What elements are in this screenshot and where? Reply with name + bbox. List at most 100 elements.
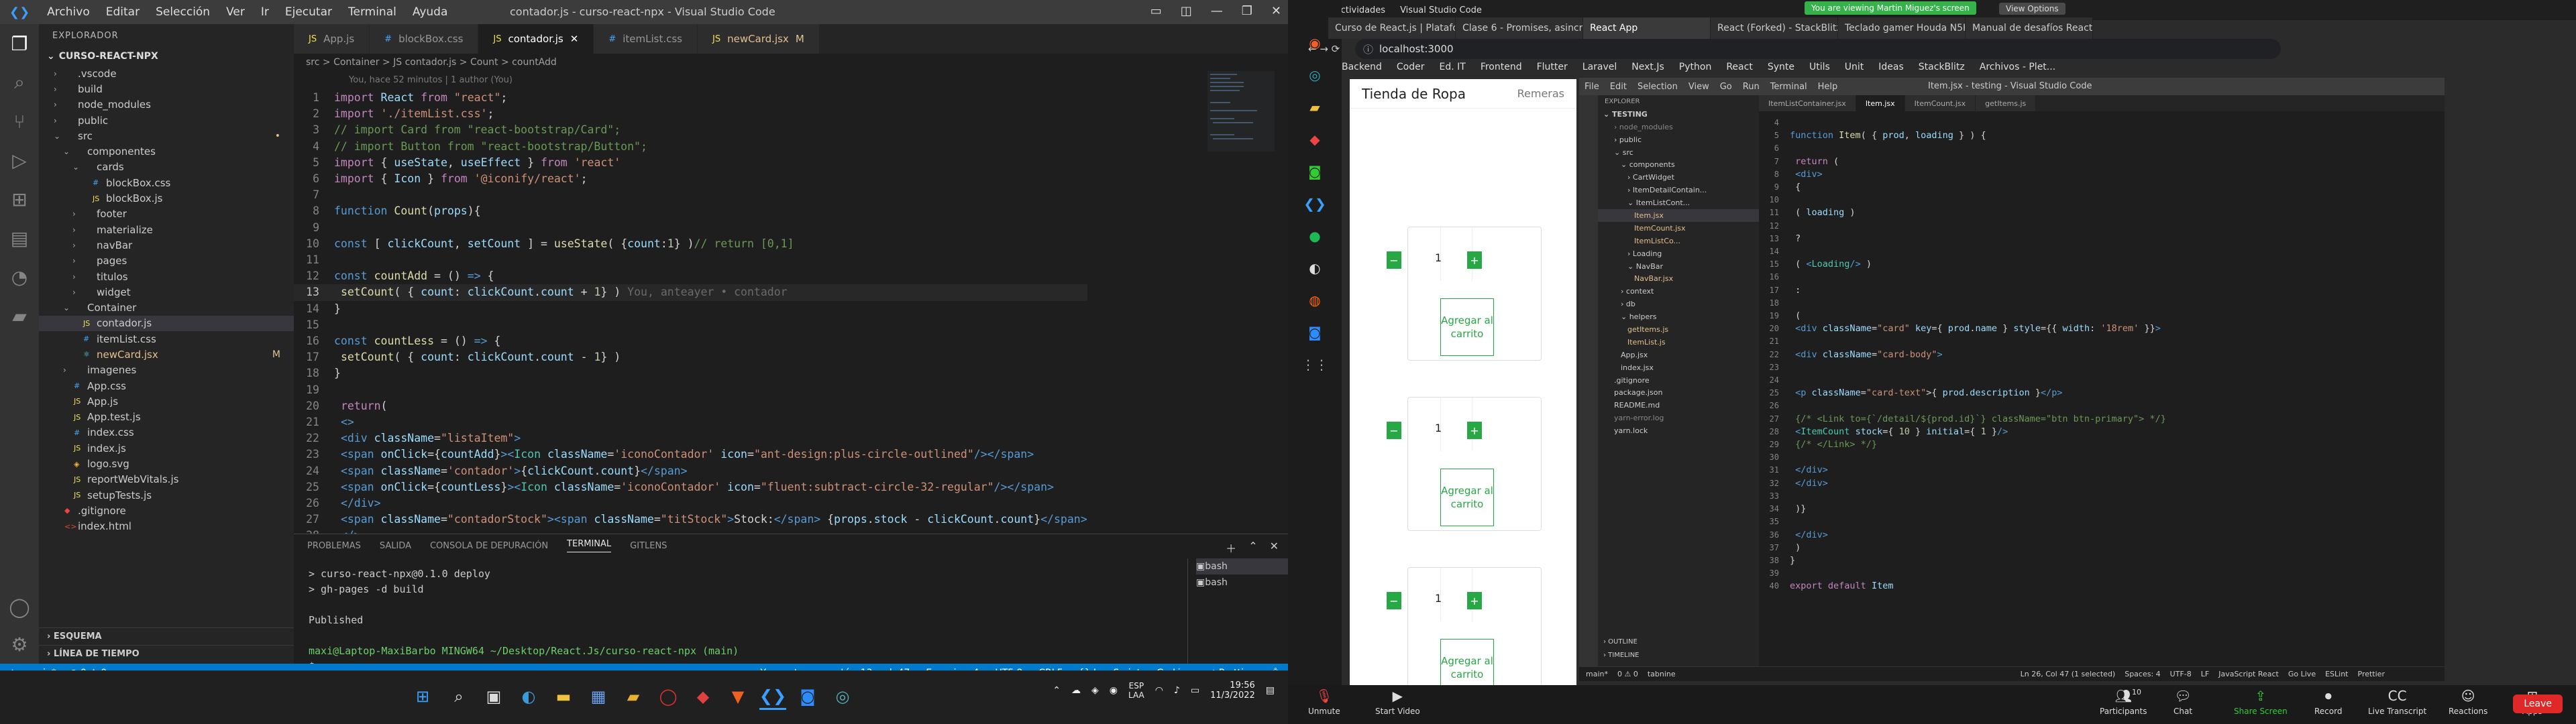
breadcrumb[interactable]: src > Container > JS contador.js > Count… (294, 54, 1288, 71)
code-editor[interactable]: You, hace 52 minutos | 1 author (You) 1i… (294, 71, 1288, 542)
nested-menu-item[interactable]: Run (1743, 82, 1760, 92)
notifications-icon[interactable]: ▤ (1266, 685, 1275, 696)
start-icon[interactable]: ⊞ (409, 683, 436, 710)
nested-menu-item[interactable]: View (1688, 82, 1709, 92)
nested-status-item[interactable]: Ln 26, Col 47 (1 selected) (2021, 670, 2116, 678)
tree-item[interactable]: ⌄ Container (39, 300, 294, 315)
minimap[interactable] (1208, 71, 1275, 272)
browser-tab[interactable]: React App (1583, 17, 1711, 39)
new-terminal-icon[interactable]: ＋ (1226, 540, 1236, 556)
browser-tab[interactable]: Curso de React.js | Plataform (1328, 17, 1456, 39)
zoom-record-button[interactable]: ⏺︎ Record (2314, 688, 2342, 716)
panel-tab[interactable]: PROBLEMAS (307, 541, 361, 551)
minimize-icon[interactable]: — (1211, 4, 1223, 18)
gitlens-icon[interactable]: ◔ (0, 257, 39, 296)
leave-button[interactable]: Leave (2513, 695, 2563, 713)
bookmark[interactable]: Unit (1845, 62, 1864, 78)
increment-button[interactable]: + (1467, 251, 1482, 269)
panel-tab[interactable]: CONSOLA DE DEPURACIÓN (430, 541, 548, 551)
terminal-output[interactable]: > curso-react-npx@0.1.0 deploy > gh-pages… (309, 566, 739, 674)
brave-icon[interactable]: ▼ (724, 683, 751, 710)
bookmark[interactable]: Ideas (1878, 62, 1904, 78)
clock[interactable]: 19:56 11/3/2022 (1210, 680, 1255, 701)
dock-folder-icon[interactable]: ▰ (1288, 91, 1342, 123)
nested-menu-item[interactable]: Go (1720, 82, 1732, 92)
network-icon[interactable]: ◈ (1091, 685, 1099, 696)
project-root[interactable]: ⌄ CURSO-REACT-NPX (39, 47, 294, 66)
layout-icon[interactable]: ▭ (1150, 4, 1162, 18)
tree-item[interactable]: JS index.js (39, 440, 294, 456)
view-options-button[interactable]: View Options (1999, 3, 2065, 15)
task-view-icon[interactable]: ▣ (480, 683, 507, 710)
tree-item[interactable]: ⌄ src • (39, 128, 294, 143)
tree-item[interactable]: › pages (39, 253, 294, 269)
outline-section[interactable]: › ESQUEMA (39, 627, 294, 645)
dock-app-icon[interactable]: ◍ (1288, 284, 1342, 316)
docker-icon[interactable]: ▰ (0, 296, 39, 335)
editor-tab[interactable]: JS contador.js ✕ (478, 24, 594, 54)
nested-status-item[interactable]: Prettier (2358, 670, 2385, 678)
tree-item[interactable]: ⌄ componentes (39, 143, 294, 159)
tab-close-icon[interactable]: ✕ (570, 33, 579, 45)
edge-icon[interactable]: ◐ (515, 683, 542, 710)
nested-tab[interactable]: getItems.js (1976, 95, 2037, 111)
nested-status-item[interactable]: LF (2201, 670, 2209, 678)
file-explorer-icon[interactable]: ▬ (550, 683, 577, 710)
tree-item[interactable]: JS setupTests.js (39, 487, 294, 503)
panel-close-icon[interactable]: ✕ (1270, 540, 1279, 556)
menu-item[interactable]: Ayuda (405, 5, 456, 19)
shop-title[interactable]: Tienda de Ropa (1362, 86, 1466, 102)
tree-item[interactable]: # blockBox.css (39, 175, 294, 190)
tree-item[interactable]: JS App.js (39, 394, 294, 409)
nested-status-item[interactable]: ESLint (2325, 670, 2348, 678)
address-bar[interactable]: ← → ⟳ ⓘ localhost:3000 (1308, 39, 2281, 59)
nested-menu-item[interactable]: File (1585, 82, 1599, 92)
run-debug-icon[interactable]: ▷ (0, 141, 39, 180)
tray-chevron-icon[interactable]: ⌃ (1053, 685, 1061, 696)
zoom-chat-button[interactable]: 💬︎ Chat (2174, 688, 2192, 716)
nested-status-item[interactable]: main* (1586, 670, 1608, 678)
folder-icon[interactable]: ▰ (620, 683, 647, 710)
dock-spotify-icon[interactable]: ● (1288, 220, 1342, 252)
nested-tab[interactable]: ItemListContainer.jsx (1759, 95, 1856, 111)
bookmark[interactable]: Flutter (1537, 62, 1568, 78)
bookmark[interactable]: Laravel (1582, 62, 1617, 78)
increment-button[interactable]: + (1467, 592, 1482, 609)
panel-tab[interactable]: TERMINAL (567, 539, 612, 552)
browser-tab[interactable]: React (Forked) - StackBlitz (1711, 17, 1838, 39)
tree-item[interactable]: › materialize (39, 222, 294, 237)
tree-item[interactable]: › titulos (39, 269, 294, 284)
increment-button[interactable]: + (1467, 422, 1482, 439)
tree-item[interactable]: ⌄ cards (39, 160, 294, 175)
tree-item[interactable]: <> index.html (39, 519, 294, 534)
app-icon[interactable]: ◎ (829, 683, 856, 710)
bookmark[interactable]: Next.Js (1631, 62, 1664, 78)
dock-app-icon[interactable]: ◙ (1288, 156, 1342, 188)
tree-item[interactable]: › public (39, 113, 294, 128)
tree-item[interactable]: # index.css (39, 425, 294, 440)
bookmark[interactable]: Backend (1342, 62, 1382, 78)
browser-tab[interactable]: Manual de desafíos React.js (1966, 17, 2093, 39)
mic-icon[interactable]: ◉ (1110, 685, 1118, 696)
add-to-cart-button[interactable]: Agregar al carrito (1440, 469, 1494, 526)
app-icon[interactable]: ◆ (690, 683, 716, 710)
nested-status-item[interactable]: UTF-8 (2170, 670, 2192, 678)
terminal-instance[interactable]: ▣ bash (1196, 575, 1288, 591)
editor-tab[interactable]: JS App.js (294, 24, 370, 54)
zoom-reactions-button[interactable]: ☺︎ Reactions (2449, 688, 2487, 716)
browser-tab[interactable]: Clase 6 - Promises, asincronía (1456, 17, 1583, 39)
zoom-start-video-button[interactable]: ▶︎ Start Video (1375, 688, 1420, 716)
browser-tab[interactable]: Teclado gamer Houda N5KB (1838, 17, 1966, 39)
menu-item[interactable]: Ver (218, 5, 253, 19)
panel-tab[interactable]: SALIDA (380, 541, 411, 551)
bookmark[interactable]: Coder (1397, 62, 1425, 78)
tree-item[interactable]: JS blockBox.js (39, 190, 294, 206)
nested-code[interactable]: 4 5 function Item( { prod, loading } ) { … (1759, 117, 2166, 593)
tree-item[interactable]: JS App.test.js (39, 410, 294, 425)
nested-status-item[interactable]: JavaScript React (2218, 670, 2279, 678)
panel-tab[interactable]: GITLENS (630, 541, 667, 551)
explorer-icon[interactable]: ❐ (0, 24, 39, 63)
cloud-icon[interactable]: ☁ (1071, 685, 1081, 696)
menu-item[interactable]: Archivo (39, 5, 98, 19)
nested-tab[interactable]: ItemCount.jsx (1904, 95, 1976, 111)
